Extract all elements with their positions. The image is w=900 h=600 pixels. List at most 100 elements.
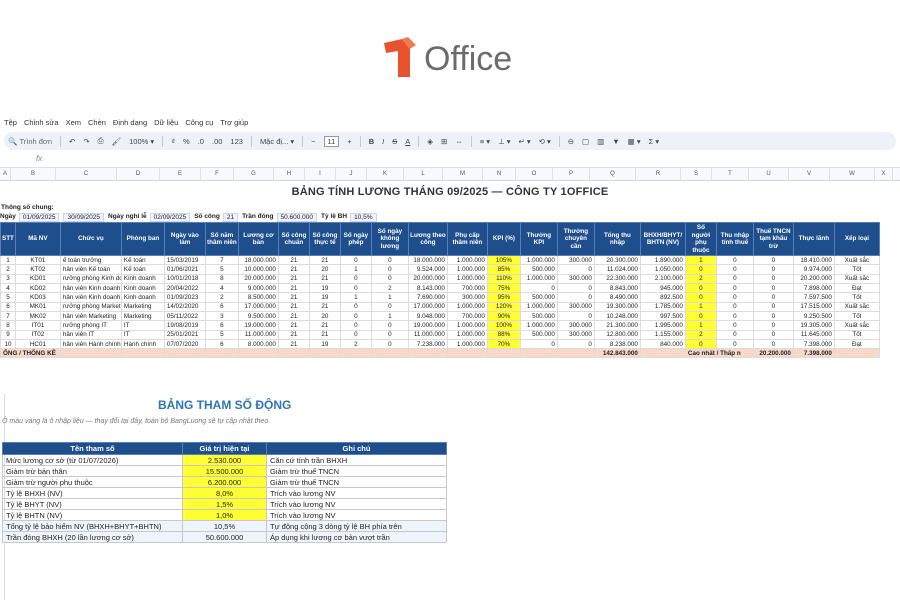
table-cell[interactable]: 9.000.000 (237, 283, 279, 294)
table-cell[interactable]: 9.048.000 (407, 310, 448, 322)
table-cell[interactable]: 1 (370, 292, 409, 303)
functions-icon[interactable]: Σ ▾ (649, 137, 660, 146)
empty-cell[interactable] (308, 348, 341, 359)
total-cell[interactable]: 142.843.000 (593, 348, 641, 359)
table-cell[interactable]: 95% (486, 292, 521, 303)
empty-cell[interactable] (120, 348, 165, 359)
table-cell[interactable]: 7.398.000 (792, 338, 835, 350)
table-row[interactable]: 6 MK01 rưởng phòng Marketin Marketing 14/02/… (0, 301, 880, 312)
table-cell[interactable]: 0 (339, 301, 372, 312)
table-cell[interactable]: 0 (752, 273, 794, 285)
table-cell[interactable]: 0 (684, 338, 717, 350)
table-cell[interactable]: Hành chính (120, 338, 165, 350)
table-cell[interactable]: 21 (308, 329, 341, 340)
text-color-button[interactable]: A (405, 137, 410, 146)
table-cell[interactable]: 120% (486, 301, 521, 312)
table-cell[interactable]: 20/04/2022 (163, 283, 206, 294)
empty-cell[interactable] (277, 348, 310, 359)
table-cell[interactable]: 0 (556, 292, 595, 303)
table-cell[interactable]: IT (120, 320, 165, 331)
table-cell[interactable]: 1.000.000 (446, 273, 488, 285)
empty-cell[interactable] (370, 348, 409, 359)
empty-cell[interactable] (556, 348, 595, 359)
table-row[interactable]: 9 IT02 hân viên IT IT 25/01/2021 5 11.000.000 2… (0, 329, 880, 340)
table-cell[interactable]: 0 (339, 329, 372, 340)
decrease-decimal-button[interactable]: .0 (198, 137, 204, 146)
column-header[interactable]: T (712, 168, 749, 180)
table-cell[interactable]: hân viên Kinh doanh (59, 292, 122, 303)
table-cell[interactable]: Marketing (120, 301, 165, 312)
param-value[interactable]: 01/09/2025 (18, 213, 60, 222)
table-cell[interactable]: 7.898.000 (792, 283, 835, 294)
table-cell[interactable]: 5 (204, 329, 239, 340)
table-cell[interactable]: Tốt (833, 292, 880, 303)
table-cell[interactable]: 500.000 (519, 310, 558, 322)
table-cell[interactable]: HC01 (14, 338, 61, 350)
table-cell[interactable]: KT01 (14, 255, 61, 266)
param-value[interactable]: 10,5% (350, 213, 377, 222)
menu-item[interactable]: Tệp (4, 118, 17, 127)
table-cell[interactable]: 997.500 (639, 310, 686, 322)
table-cell[interactable]: 9.524.000 (407, 264, 448, 275)
table-cell[interactable]: Kinh doanh (120, 273, 165, 285)
italic-button[interactable]: I (382, 137, 384, 146)
table-cell[interactable]: 1.995.000 (639, 320, 686, 331)
table-cell[interactable]: hân viên IT (59, 329, 122, 340)
table-cell[interactable]: 8.000.000 (237, 338, 279, 350)
table-cell[interactable]: 11.000.000 (237, 329, 279, 340)
comment-icon[interactable]: ▢ (582, 137, 589, 146)
table-cell[interactable]: 12.800.000 (593, 329, 641, 340)
table-cell[interactable]: 01/09/2023 (163, 292, 206, 303)
table-cell[interactable]: 21 (308, 273, 341, 285)
table-cell[interactable]: 1.785.000 (639, 301, 686, 312)
table-cell[interactable]: 1.000.000 (446, 301, 488, 312)
table-cell[interactable]: 4 (0, 283, 16, 294)
table-cell[interactable]: 21 (277, 255, 310, 266)
table-cell[interactable]: 21 (277, 320, 310, 331)
table-row[interactable]: 8 IT01 rưởng phòng IT IT 19/08/2019 6 19.000.0… (0, 320, 880, 331)
borders-icon[interactable]: ⊞ (441, 137, 447, 146)
table-cell[interactable]: 0 (752, 301, 794, 312)
param-value-input[interactable]: 6.200.000 (182, 476, 267, 488)
table-cell[interactable]: 20.200.000 (792, 273, 835, 285)
table-cell[interactable]: 19.305.000 (792, 320, 835, 331)
column-header[interactable]: M (443, 168, 483, 180)
table-cell[interactable]: 0 (752, 329, 794, 340)
table-cell[interactable]: 0 (715, 264, 754, 275)
table-cell[interactable]: Marketing (120, 310, 165, 322)
table-cell[interactable]: 07/07/2020 (163, 338, 206, 350)
table-cell[interactable]: 8 (204, 273, 239, 285)
table-cell[interactable]: 0 (556, 338, 595, 350)
paint-format-icon[interactable]: 🖌 (112, 137, 122, 146)
table-cell[interactable]: 10.248.000 (593, 310, 641, 322)
table-cell[interactable]: 500.000 (519, 292, 558, 303)
table-cell[interactable]: 21 (277, 310, 310, 322)
table-cell[interactable]: 2 (370, 283, 409, 294)
table-cell[interactable]: IT01 (14, 320, 61, 331)
table-cell[interactable]: 1.000.000 (519, 273, 558, 285)
table-cell[interactable]: 2 (684, 329, 717, 340)
menu-item[interactable]: Công cụ (185, 118, 213, 127)
table-cell[interactable]: 11.024.000 (593, 264, 641, 275)
table-cell[interactable]: 8.843.000 (593, 283, 641, 294)
print-icon[interactable]: ⎙ (98, 136, 104, 146)
table-cell[interactable]: 840.000 (639, 338, 686, 350)
table-cell[interactable]: Tốt (833, 329, 880, 340)
table-cell[interactable]: 7.238.000 (407, 338, 448, 350)
table-cell[interactable]: 500.000 (519, 329, 558, 340)
empty-cell[interactable] (833, 348, 880, 359)
table-cell[interactable]: KT02 (14, 264, 61, 275)
column-header[interactable]: E (160, 168, 201, 180)
table-cell[interactable]: 10 (0, 338, 16, 350)
table-cell[interactable]: 90% (486, 310, 521, 322)
font-size-decrease[interactable]: − (311, 137, 315, 146)
table-cell[interactable]: 21 (277, 273, 310, 285)
table-cell[interactable]: Đạt (833, 338, 880, 350)
table-cell[interactable]: 9 (0, 329, 16, 340)
table-cell[interactable]: hân viên Hành chính (59, 338, 122, 350)
column-header[interactable]: J (336, 168, 367, 180)
currency-button[interactable]: ₫ (171, 137, 175, 146)
strikethrough-button[interactable]: S (392, 137, 397, 146)
font-size-increase[interactable]: + (347, 137, 351, 146)
table-cell[interactable]: 0 (339, 273, 372, 285)
